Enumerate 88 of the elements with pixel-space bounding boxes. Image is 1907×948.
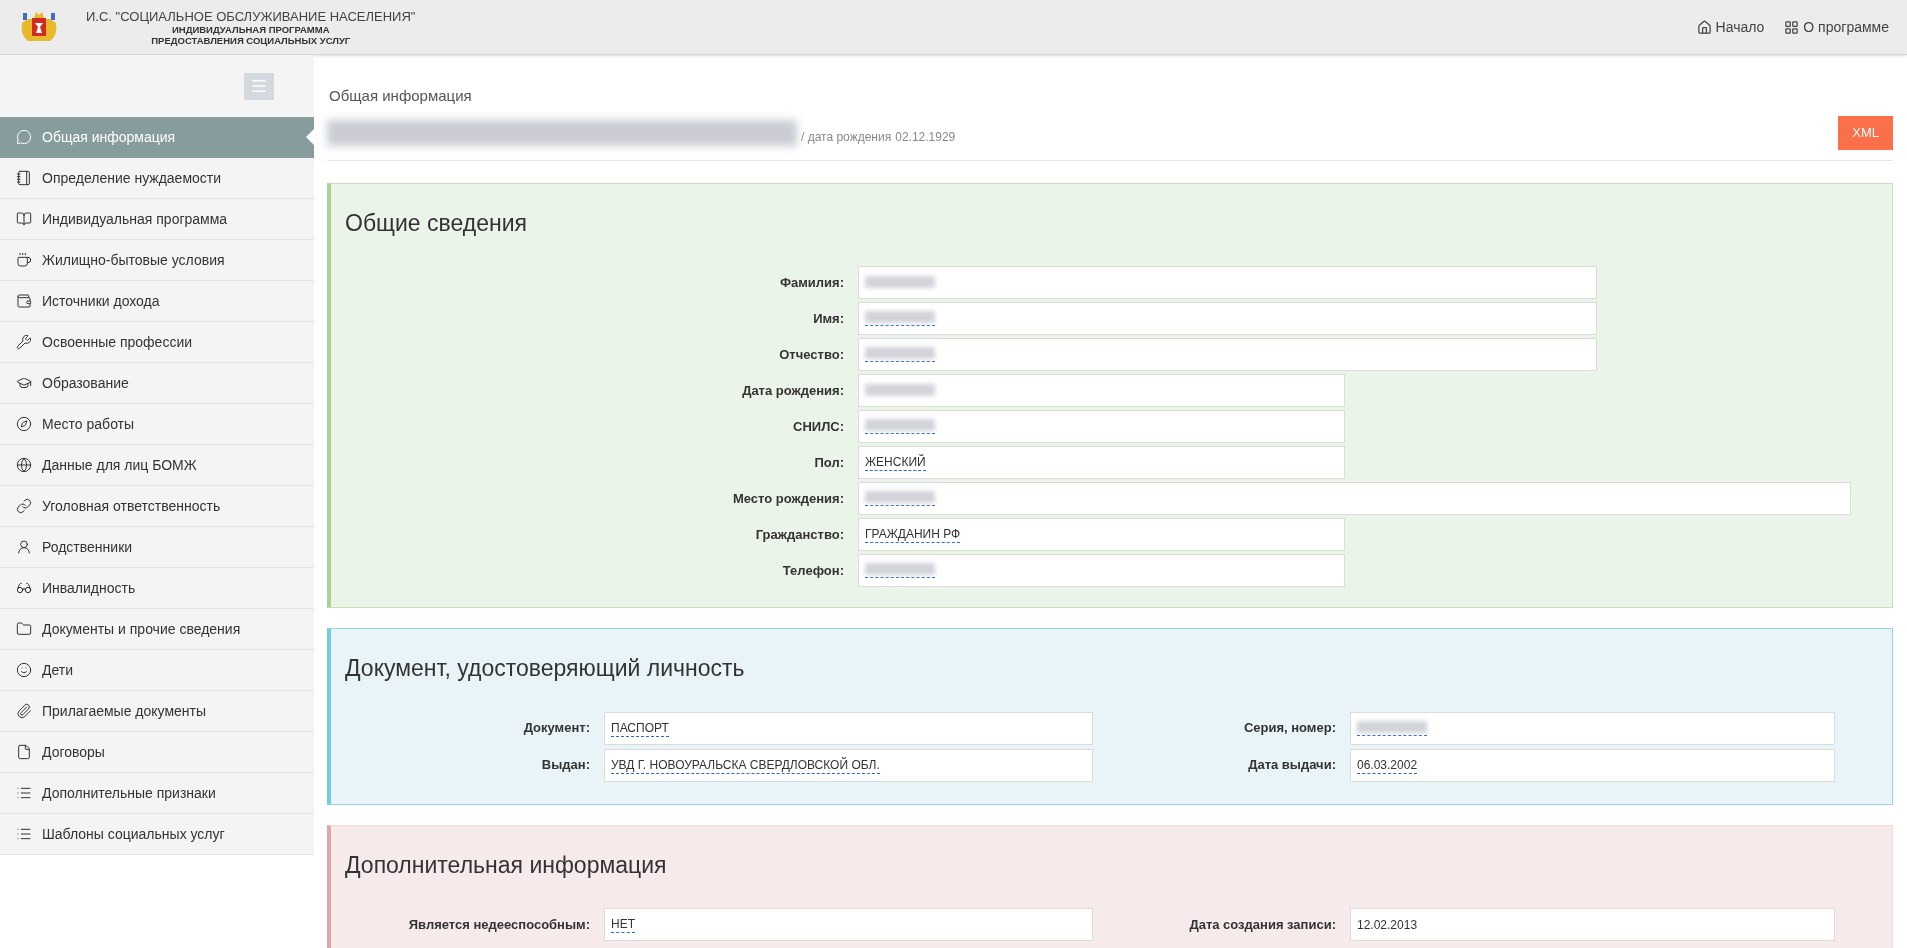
- field-label: СНИЛС:: [792, 417, 844, 436]
- field-label: Место рождения:: [731, 489, 844, 508]
- user-icon: [16, 539, 32, 555]
- pointer-arrow: [306, 129, 314, 145]
- file-icon: [16, 744, 32, 760]
- editable-text[interactable]: УВД Г. НОВОУРАЛЬСКА СВЕРДЛОВСКОЙ ОБЛ.: [611, 756, 880, 774]
- sidebar-item[interactable]: Шаблоны социальных услуг: [0, 814, 314, 855]
- sidebar-item[interactable]: Инвалидность: [0, 568, 314, 609]
- grid-icon: [1784, 19, 1800, 35]
- field-value[interactable]: [858, 302, 1597, 335]
- field-label: Выдан:: [540, 756, 590, 775]
- sidebar-item[interactable]: Уголовная ответственность: [0, 486, 314, 527]
- editable-text[interactable]: 06.03.2002: [1357, 756, 1418, 774]
- section-title: Документ, удостоверяющий личность: [344, 654, 746, 683]
- page-title: Общая информация: [328, 86, 473, 106]
- sidebar-item[interactable]: Освоенные профессии: [0, 322, 314, 363]
- field-value[interactable]: НЕТ: [604, 908, 1093, 941]
- wallet-icon: [16, 293, 32, 309]
- sidebar-item[interactable]: Документы и прочие сведения: [0, 609, 314, 650]
- cup-icon: [16, 252, 32, 268]
- editable-text[interactable]: ПАСПОРТ: [611, 719, 669, 737]
- field-value[interactable]: [858, 554, 1345, 587]
- wrench-icon: [16, 334, 32, 350]
- sidebar-item[interactable]: Образование: [0, 363, 314, 404]
- field-value[interactable]: ПАСПОРТ: [604, 711, 1093, 745]
- home-icon: [1696, 19, 1712, 35]
- globe-icon: [16, 457, 32, 473]
- list-icon: [16, 785, 32, 801]
- sidebar-item[interactable]: Дети: [0, 650, 314, 691]
- field-value[interactable]: ЖЕНСКИЙ: [858, 446, 1345, 479]
- field-value[interactable]: 06.03.2002: [1350, 748, 1835, 782]
- field-value[interactable]: [858, 374, 1345, 407]
- field-label: Дата рождения:: [741, 381, 844, 400]
- field-label: Дата выдачи:: [1247, 756, 1336, 775]
- field-label: Имя:: [812, 309, 844, 328]
- sidebar-item[interactable]: Данные для лиц БОМЖ: [0, 445, 314, 486]
- book-icon: [16, 211, 32, 227]
- field-value[interactable]: 12.02.2013: [1350, 908, 1835, 941]
- field-label: Документ:: [522, 719, 590, 738]
- field-value[interactable]: [858, 266, 1597, 299]
- field-label: Гражданство:: [754, 525, 844, 544]
- section-title: Общие сведения: [344, 208, 528, 238]
- menu-button[interactable]: [244, 72, 274, 100]
- sidebar-item[interactable]: Определение нуждаемости: [0, 158, 314, 199]
- app-subtitle: ПРЕДОСТАВЛЕНИЯ СОЦИАЛЬНЫХ УСЛУГ: [150, 34, 352, 46]
- sidebar-item[interactable]: Источники дохода: [0, 281, 314, 322]
- list-icon: [16, 826, 32, 842]
- speech-bubble-icon: [16, 129, 32, 145]
- field-label: Пол:: [813, 453, 844, 472]
- field-value[interactable]: [858, 482, 1851, 515]
- field-label: Фамилия:: [778, 273, 844, 292]
- app-title: И.С. "СОЦИАЛЬНОЕ ОБСЛУЖИВАНИЕ НАСЕЛЕНИЯ": [86, 8, 416, 24]
- editable-text[interactable]: ГРАЖДАНИН РФ: [865, 526, 961, 543]
- field-label: Дата создания записи:: [1188, 915, 1336, 934]
- field-value[interactable]: УВД Г. НОВОУРАЛЬСКА СВЕРДЛОВСКОЙ ОБЛ.: [604, 748, 1093, 782]
- glasses-icon: [16, 580, 32, 596]
- section-title: Дополнительная информация: [344, 850, 668, 880]
- paperclip-icon: [16, 703, 32, 719]
- folder-icon: [16, 621, 32, 637]
- graduation-cap-icon: [16, 375, 32, 391]
- sidebar-item[interactable]: Дополнительные признаки: [0, 773, 314, 814]
- field-value[interactable]: [858, 338, 1597, 371]
- sidebar-item[interactable]: Договоры: [0, 732, 314, 773]
- sidebar-item[interactable]: Жилищно-бытовые условия: [0, 240, 314, 281]
- nav-link[interactable]: О программе: [1784, 16, 1889, 38]
- field-label: Серия, номер:: [1242, 719, 1336, 738]
- editable-text[interactable]: НЕТ: [611, 916, 635, 933]
- menu-icon: [250, 77, 268, 95]
- notebook-icon: [16, 170, 32, 186]
- nav-link[interactable]: Начало: [1696, 16, 1765, 38]
- sidebar-item[interactable]: Прилагаемые документы: [0, 691, 314, 732]
- birth-date: 02.12.1929: [895, 128, 956, 146]
- link-icon: [16, 498, 32, 514]
- field-label: Телефон:: [781, 561, 844, 580]
- sidebar-item[interactable]: Родственники: [0, 527, 314, 568]
- field-label: Является недееспособным:: [407, 915, 590, 934]
- sidebar-item[interactable]: Место работы: [0, 404, 314, 445]
- birth-date-label: / дата рождения: [801, 128, 892, 146]
- field-value[interactable]: ГРАЖДАНИН РФ: [858, 518, 1345, 551]
- app-subtitle: ИНДИВИДУАЛЬНАЯ ПРОГРАММА: [171, 23, 331, 35]
- compass-icon: [16, 416, 32, 432]
- field-label: Отчество:: [778, 345, 844, 364]
- field-value[interactable]: [858, 410, 1345, 443]
- smiley-icon: [16, 662, 32, 678]
- editable-text[interactable]: ЖЕНСКИЙ: [865, 454, 926, 471]
- field-value[interactable]: [1350, 711, 1835, 745]
- editable-text[interactable]: 12.02.2013: [1357, 916, 1418, 933]
- sidebar-item[interactable]: Индивидуальная программа: [0, 199, 314, 240]
